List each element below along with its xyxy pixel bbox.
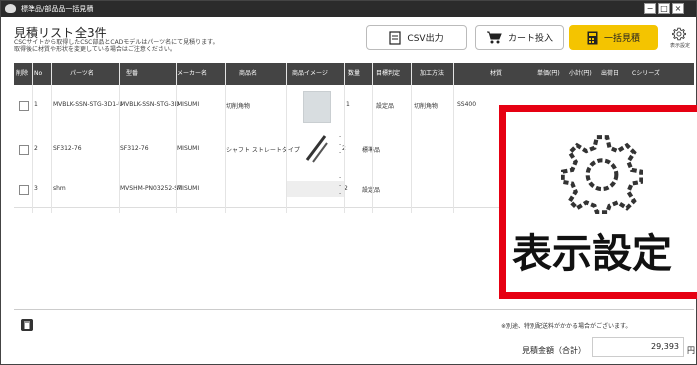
row-maker: MISUMI	[177, 145, 200, 152]
row-judge: 設定品	[376, 103, 395, 110]
row-product: シャフト ストレートタイプ	[226, 147, 300, 154]
maximize-button[interactable]: □	[658, 3, 670, 14]
currency-label: 円	[687, 346, 695, 355]
row-maker: MISUMI	[177, 185, 200, 192]
row-product: 切削角物	[226, 103, 251, 110]
row-checkbox[interactable]	[19, 185, 29, 195]
column-header-model[interactable]: 型番	[126, 63, 138, 85]
column-divider	[225, 63, 226, 213]
row-maker: MISUMI	[177, 101, 200, 108]
column-header-material[interactable]: 材質	[490, 63, 502, 85]
row-model: MVSHM-PN03252-ST	[120, 185, 182, 192]
csv-file-icon	[389, 30, 402, 45]
column-header-delete: 削除	[16, 70, 29, 77]
column-header-subtotal[interactable]: 小計(円)	[569, 63, 592, 85]
product-thumbnail	[305, 135, 328, 163]
column-header-qty[interactable]: 数量	[348, 63, 360, 85]
column-divider	[411, 63, 412, 213]
qty-stepper[interactable]: ---	[339, 133, 343, 157]
note-line-2: 取得後に材質や形状を変更している場合はご注意ください。	[14, 46, 176, 53]
csv-export-label: CSV出力	[407, 34, 444, 44]
total-amount-field: 29,393	[592, 337, 684, 357]
shipping-note: ※別途、特別配送料がかかる場合がございます。	[501, 323, 632, 330]
column-divider	[372, 63, 373, 213]
display-settings-gear-icon[interactable]	[672, 27, 686, 41]
row-part-name: shm	[53, 185, 66, 192]
row-qty: 1	[346, 101, 350, 108]
minimize-button[interactable]: −	[644, 3, 656, 14]
display-settings-callout: 表示設定	[499, 105, 697, 299]
bulk-quote-button[interactable]: 一括見積	[569, 25, 658, 50]
column-divider	[119, 63, 120, 213]
row-model: SF312-76	[120, 145, 149, 152]
note-line-1: CSCサイトから取得したCSC部品とCADモデルはパーツ名にて見積ります。	[14, 39, 219, 46]
column-divider	[51, 63, 52, 213]
column-header-image: 商品イメージ	[292, 70, 328, 77]
row-checkbox[interactable]	[19, 145, 29, 155]
close-button[interactable]: ×	[672, 3, 684, 14]
column-header-unit-price[interactable]: 単価(円)	[537, 63, 560, 85]
row-no: 2	[34, 145, 38, 152]
row-judge: 設定品	[362, 187, 381, 194]
column-divider	[176, 63, 177, 213]
qty-stepper[interactable]: ---	[339, 174, 343, 198]
row-judge: 標準品	[362, 147, 381, 154]
csv-export-button[interactable]: CSV出力	[366, 25, 467, 50]
column-header-c-series[interactable]: Cシリーズ	[632, 63, 660, 85]
row-material: SS400	[457, 101, 477, 108]
window-title: 標準品/部品品一括見積	[21, 5, 94, 13]
column-header-part-name[interactable]: パーツ名	[70, 63, 94, 85]
product-thumbnail	[286, 181, 344, 197]
title-bar: 標準品/部品品一括見積 − □ ×	[1, 1, 696, 17]
footer-divider	[14, 309, 694, 310]
callout-panel: 表示設定	[506, 112, 697, 292]
total-label: 見積金額（合計）	[522, 346, 586, 355]
column-divider	[453, 63, 454, 213]
add-to-cart-button[interactable]: カート投入	[475, 25, 564, 50]
column-header-no[interactable]: No	[34, 63, 42, 85]
row-part-name: MVBLK-SSN-STG-3D1-U	[53, 101, 123, 108]
add-to-cart-label: カート投入	[507, 34, 553, 44]
bulk-quote-label: 一括見積	[603, 34, 640, 44]
display-settings-small-label: 表示設定	[670, 43, 691, 49]
row-no: 1	[34, 101, 38, 108]
table-header: 削除 No パーツ名 型番 メーカー名 商品名 商品イメージ 数量 目標判定 加…	[14, 63, 694, 85]
column-header-product[interactable]: 商品名	[239, 63, 257, 85]
app-icon	[5, 4, 16, 13]
calculator-icon	[587, 31, 598, 44]
column-divider	[286, 63, 287, 213]
column-header-method[interactable]: 加工方法	[420, 63, 444, 85]
product-thumbnail	[303, 91, 331, 123]
column-divider	[32, 63, 33, 213]
column-header-maker[interactable]: メーカー名	[177, 63, 207, 85]
column-divider	[344, 63, 345, 213]
row-checkbox[interactable]	[19, 101, 29, 111]
column-header-ship-date[interactable]: 出荷日	[601, 63, 619, 85]
row-part-name: SF312-76	[53, 145, 82, 152]
column-header-judge[interactable]: 目標判定	[376, 63, 400, 85]
cart-icon	[486, 31, 502, 44]
row-model: MVBLK-SSN-STG-3D	[120, 101, 180, 108]
app-window: 標準品/部品品一括見積 − □ × 見積リスト 全3件 CSCサイトから取得した…	[0, 0, 697, 365]
display-settings-callout-label: 表示設定	[512, 231, 672, 277]
row-no: 3	[34, 185, 38, 192]
trash-icon[interactable]	[21, 319, 33, 331]
gear-icon	[561, 135, 643, 214]
row-method: 切削角物	[414, 103, 439, 110]
